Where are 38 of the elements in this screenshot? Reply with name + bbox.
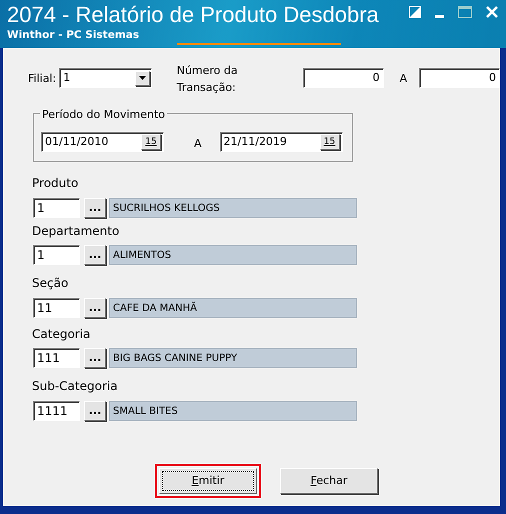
field-label: Produto bbox=[32, 175, 78, 191]
calendar-button[interactable]: 15 bbox=[320, 134, 340, 150]
description-field: SUCRILHOS KELLOGS bbox=[109, 198, 357, 218]
range-separator: A bbox=[194, 136, 202, 152]
transaction-to-field[interactable]: 0 bbox=[419, 68, 500, 88]
transaction-label: Número da Transação: bbox=[176, 63, 239, 96]
field-label: Categoria bbox=[32, 326, 90, 342]
lookup-button[interactable]: ... bbox=[84, 400, 106, 420]
date-from-field[interactable]: 01/11/2010 15 bbox=[41, 132, 164, 152]
description-field: ALIMENTOS bbox=[109, 245, 357, 265]
field-label: Departamento bbox=[32, 222, 120, 238]
maximize-icon[interactable] bbox=[458, 6, 472, 18]
code-field[interactable]: 1 bbox=[33, 245, 80, 265]
range-separator: A bbox=[400, 71, 408, 88]
lookup-button[interactable]: ... bbox=[84, 298, 106, 318]
lookup-button[interactable]: ... bbox=[84, 245, 106, 265]
window-subtitle: Winthor - PC Sistemas bbox=[7, 28, 140, 42]
code-field[interactable]: 1 bbox=[33, 198, 80, 218]
transaction-from-field[interactable]: 0 bbox=[302, 68, 384, 88]
description-field: CAFE DA MANHÃ bbox=[109, 298, 357, 318]
close-icon[interactable] bbox=[486, 6, 498, 18]
filial-dropdown[interactable]: 1 bbox=[59, 68, 152, 88]
dropdown-arrow-icon[interactable] bbox=[138, 76, 146, 80]
dialog-button[interactable]: Fechar bbox=[280, 468, 378, 494]
date-to-field[interactable]: 21/11/2019 15 bbox=[220, 132, 343, 152]
field-label: Seção bbox=[32, 275, 68, 291]
code-field[interactable]: 111 bbox=[33, 348, 80, 368]
field-label: Sub-Categoria bbox=[32, 378, 118, 394]
restore-icon[interactable] bbox=[409, 6, 421, 18]
lookup-button[interactable]: ... bbox=[84, 198, 106, 218]
description-field: BIG BAGS CANINE PUPPY bbox=[109, 348, 357, 368]
description-field: SMALL BITES bbox=[109, 400, 357, 420]
code-field[interactable]: 1111 bbox=[33, 400, 80, 420]
filial-label: Filial: bbox=[28, 71, 56, 88]
code-field[interactable]: 11 bbox=[33, 298, 80, 318]
window-title: 2074 - Relatório de Produto Desdobra bbox=[7, 2, 379, 28]
calendar-button[interactable]: 15 bbox=[141, 134, 161, 150]
lookup-button[interactable]: ... bbox=[84, 348, 106, 368]
